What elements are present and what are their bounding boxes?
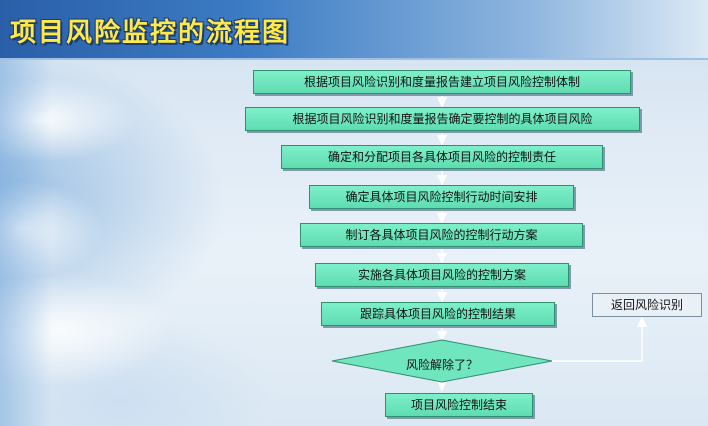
step-6: 实施各具体项目风险的控制方案 (315, 263, 569, 287)
loop-back-connector (552, 316, 648, 362)
step-5: 制订各具体项目风险的控制行动方案 (300, 223, 583, 247)
step-7: 跟踪具体项目风险的控制结果 (321, 302, 555, 326)
step-1: 根据项目风险识别和度量报告建立项目风险控制体制 (253, 70, 631, 94)
loop-back-box: 返回风险识别 (592, 293, 702, 317)
decision-label: 风险解除了？ (405, 358, 478, 372)
end-step: 项目风险控制结束 (385, 393, 533, 417)
step-4: 确定具体项目风险控制行动时间安排 (309, 185, 574, 209)
step-2: 根据项目风险识别和度量报告确定要控制的具体项目风险 (245, 107, 640, 131)
step-3: 确定和分配项目各具体项目风险的控制责任 (281, 145, 603, 169)
